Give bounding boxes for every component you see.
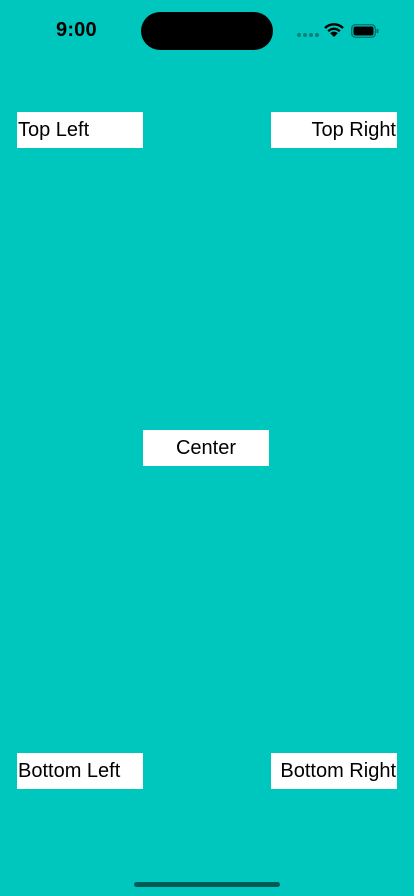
- cellular-signal-icon: [297, 33, 319, 37]
- status-time: 9:00: [56, 19, 97, 41]
- bottom-right-label: Bottom Right: [271, 753, 397, 789]
- top-right-label: Top Right: [271, 112, 397, 148]
- status-bar: 9:00: [0, 0, 414, 60]
- top-left-label: Top Left: [17, 112, 143, 148]
- dynamic-island: [141, 12, 273, 50]
- wifi-icon: [324, 23, 344, 37]
- home-indicator[interactable]: [134, 882, 280, 887]
- bottom-left-label: Bottom Left: [17, 753, 143, 789]
- center-label: Center: [143, 430, 269, 466]
- battery-icon: [351, 24, 379, 38]
